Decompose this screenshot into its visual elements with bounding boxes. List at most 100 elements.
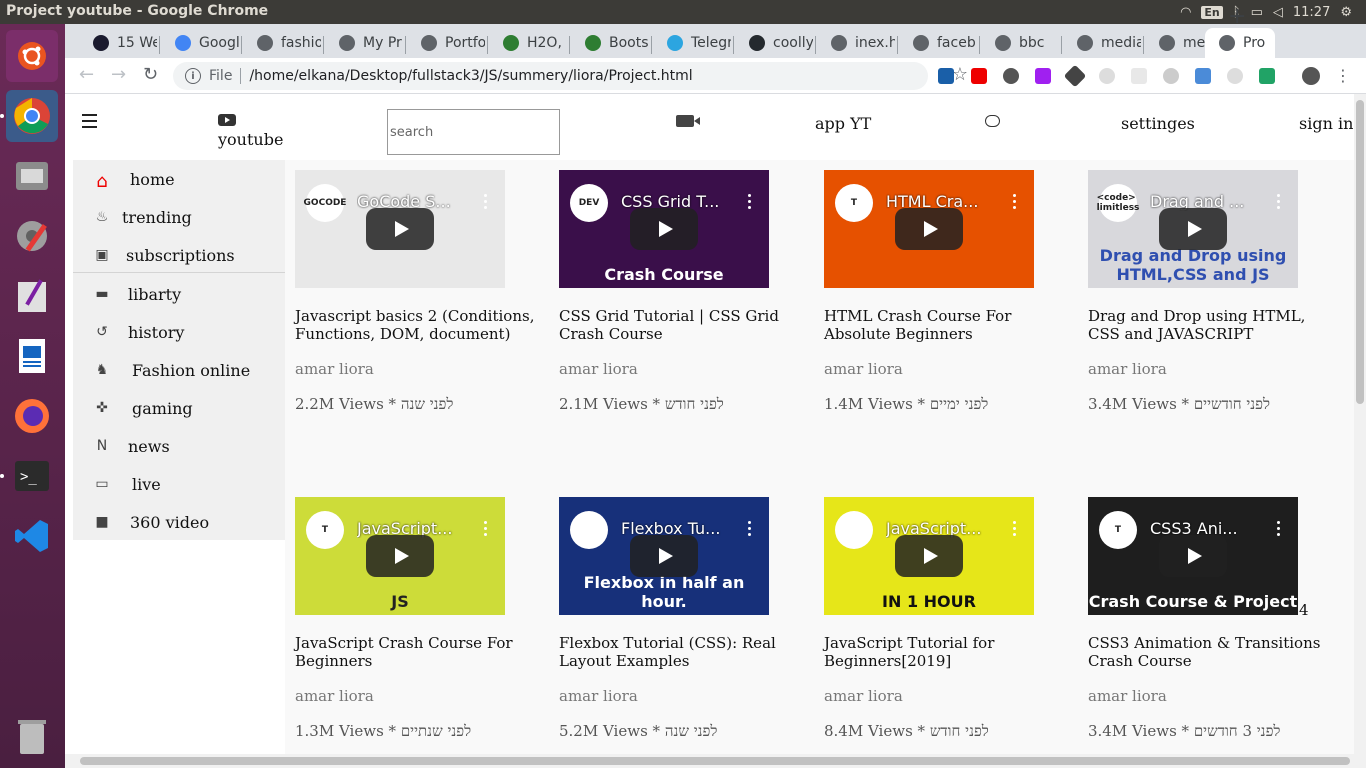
ubuntu-dash-icon[interactable] [6, 30, 58, 82]
writer-icon[interactable] [6, 330, 58, 382]
extension-icon[interactable] [1195, 68, 1211, 84]
video-card[interactable]: Flexbox Tu... Flexbox in half an hour. Fle… [559, 497, 809, 754]
tab[interactable]: coolly [735, 28, 813, 58]
video-title[interactable]: Flexbox Tutorial (CSS): Real Layout Exam… [559, 634, 807, 670]
trash-icon[interactable] [6, 710, 58, 762]
sidebar-item-history[interactable]: ↺ history [73, 313, 285, 351]
channel-avatar[interactable]: T [835, 184, 873, 222]
reload-button[interactable]: ↻ [143, 64, 158, 85]
video-thumbnail[interactable]: DEV CSS Grid T... Crash Course [559, 170, 769, 288]
video-thumbnail[interactable]: <code> limitless Drag and ... Drag and Dro… [1088, 170, 1298, 288]
video-card[interactable]: JavaScript... IN 1 HOUR JavaScript Tutoria… [824, 497, 1074, 754]
sidebar-item-trending[interactable]: ♨ trending [73, 198, 285, 236]
vertical-scrollbar[interactable] [1354, 94, 1366, 754]
extension-icon[interactable] [1035, 68, 1051, 84]
channel-avatar[interactable]: DEV [570, 184, 608, 222]
sidebar-item-news[interactable]: Nnews [73, 427, 285, 465]
sidebar-item-subscriptions[interactable]: ▣ subscriptions [73, 236, 285, 274]
chat-icon[interactable] [985, 115, 1000, 127]
channel-avatar[interactable] [570, 511, 608, 549]
video-title[interactable]: CSS Grid Tutorial | CSS Grid Crash Cours… [559, 307, 807, 343]
power-icon[interactable]: ⚙ [1340, 5, 1352, 20]
hamburger-menu-icon[interactable] [82, 114, 97, 132]
tab[interactable]: media [1063, 28, 1141, 58]
video-card[interactable]: T HTML Cra... HTML Crash Course For Absolu… [824, 170, 1074, 430]
channel-avatar[interactable]: T [1099, 511, 1137, 549]
video-thumbnail[interactable]: T CSS3 Ani... Crash Course & Project [1088, 497, 1298, 615]
tab[interactable]: Telegr [653, 28, 731, 58]
play-button-icon[interactable] [1159, 535, 1227, 577]
more-options-icon[interactable] [1277, 521, 1281, 539]
new-tab-button[interactable]: + [1228, 4, 1246, 29]
sidebar-item-home[interactable]: ⌂ home [73, 160, 285, 198]
tab-active[interactable]: Pro✕ [1205, 28, 1275, 58]
sidebar-item-live[interactable]: ▭ live [73, 465, 285, 503]
video-thumbnail[interactable]: GOCODE GoCode S... [295, 170, 505, 288]
play-button-icon[interactable] [895, 535, 963, 577]
menu-kebab-icon[interactable]: ⋮ [1335, 66, 1351, 85]
tab[interactable]: faceb [899, 28, 977, 58]
extension-icon[interactable] [1131, 68, 1147, 84]
more-options-icon[interactable] [748, 521, 752, 539]
extension-icon[interactable] [971, 68, 987, 84]
tab[interactable]: bbc [981, 28, 1059, 58]
play-button-icon[interactable] [1159, 208, 1227, 250]
firefox-icon[interactable] [6, 390, 58, 442]
more-options-icon[interactable] [1013, 194, 1017, 212]
files-icon[interactable] [6, 150, 58, 202]
profile-avatar[interactable] [1302, 67, 1320, 85]
nav-sign-in[interactable]: sign in [1299, 114, 1353, 133]
tab[interactable]: 15 We [79, 28, 157, 58]
search-input[interactable] [387, 109, 560, 155]
video-card[interactable]: <code> limitless Drag and ... Drag and Dro… [1088, 170, 1338, 430]
play-button-icon[interactable] [366, 535, 434, 577]
tab[interactable]: Googl [161, 28, 239, 58]
back-button[interactable]: ← [79, 64, 94, 85]
tab[interactable]: Boots [571, 28, 649, 58]
video-card[interactable]: DEV CSS Grid T... Crash Course CSS Grid Tut… [559, 170, 809, 430]
tab[interactable]: fashio [243, 28, 321, 58]
video-thumbnail[interactable]: T JavaScript... JS [295, 497, 505, 615]
more-options-icon[interactable] [1277, 194, 1281, 212]
youtube-logo[interactable]: youtube [218, 114, 283, 149]
video-card[interactable]: GOCODE GoCode S... Javascript basics 2 (Co… [295, 170, 545, 430]
vscode-icon[interactable] [6, 510, 58, 562]
extension-icon[interactable] [1163, 68, 1179, 84]
play-button-icon[interactable] [895, 208, 963, 250]
video-card[interactable]: T JavaScript... JS JavaScript Crash Course … [295, 497, 545, 754]
tab[interactable]: inex.h [817, 28, 895, 58]
clock[interactable]: 11:27 [1293, 5, 1330, 20]
extension-icon[interactable] [1227, 68, 1243, 84]
paint-icon[interactable] [6, 270, 58, 322]
extension-icon[interactable] [1003, 68, 1019, 84]
info-icon[interactable]: i [185, 68, 201, 84]
tab[interactable]: Portfo [407, 28, 485, 58]
video-title[interactable]: CSS3 Animation & Transitions Crash Cours… [1088, 634, 1336, 670]
volume-icon[interactable]: ◁ [1273, 5, 1283, 20]
play-button-icon[interactable] [366, 208, 434, 250]
tab[interactable]: H2O, c [489, 28, 567, 58]
horizontal-scrollbar[interactable] [65, 754, 1366, 768]
nav-settings[interactable]: settinges [1121, 114, 1195, 133]
play-button-icon[interactable] [630, 535, 698, 577]
video-title[interactable]: JavaScript Tutorial for Beginners[2019] [824, 634, 1072, 670]
nav-app[interactable]: app YT [815, 114, 871, 133]
sidebar-item-360-video[interactable]: ■ 360 video [73, 503, 285, 541]
channel-avatar[interactable] [835, 511, 873, 549]
bookmark-star-icon[interactable]: ☆ [952, 64, 968, 85]
video-thumbnail[interactable]: T HTML Cra... [824, 170, 1034, 288]
sidebar-item-libarty[interactable]: ▬ libarty [73, 275, 285, 313]
extension-icon[interactable] [1259, 68, 1275, 84]
extension-icon[interactable] [938, 68, 954, 84]
wifi-icon[interactable]: ◠ [1180, 5, 1191, 20]
address-bar[interactable]: i File /home/elkana/Desktop/fullstack3/J… [173, 62, 968, 90]
video-title[interactable]: Javascript basics 2 (Conditions, Functio… [295, 307, 543, 343]
more-options-icon[interactable] [748, 194, 752, 212]
sidebar-item-fashion-online[interactable]: ♞ Fashion online [73, 351, 285, 389]
more-options-icon[interactable] [484, 521, 488, 539]
extension-icon[interactable] [1099, 68, 1115, 84]
channel-avatar[interactable]: T [306, 511, 344, 549]
chrome-icon[interactable] [6, 90, 58, 142]
more-options-icon[interactable] [1013, 521, 1017, 539]
keyboard-indicator[interactable]: En [1201, 5, 1223, 19]
